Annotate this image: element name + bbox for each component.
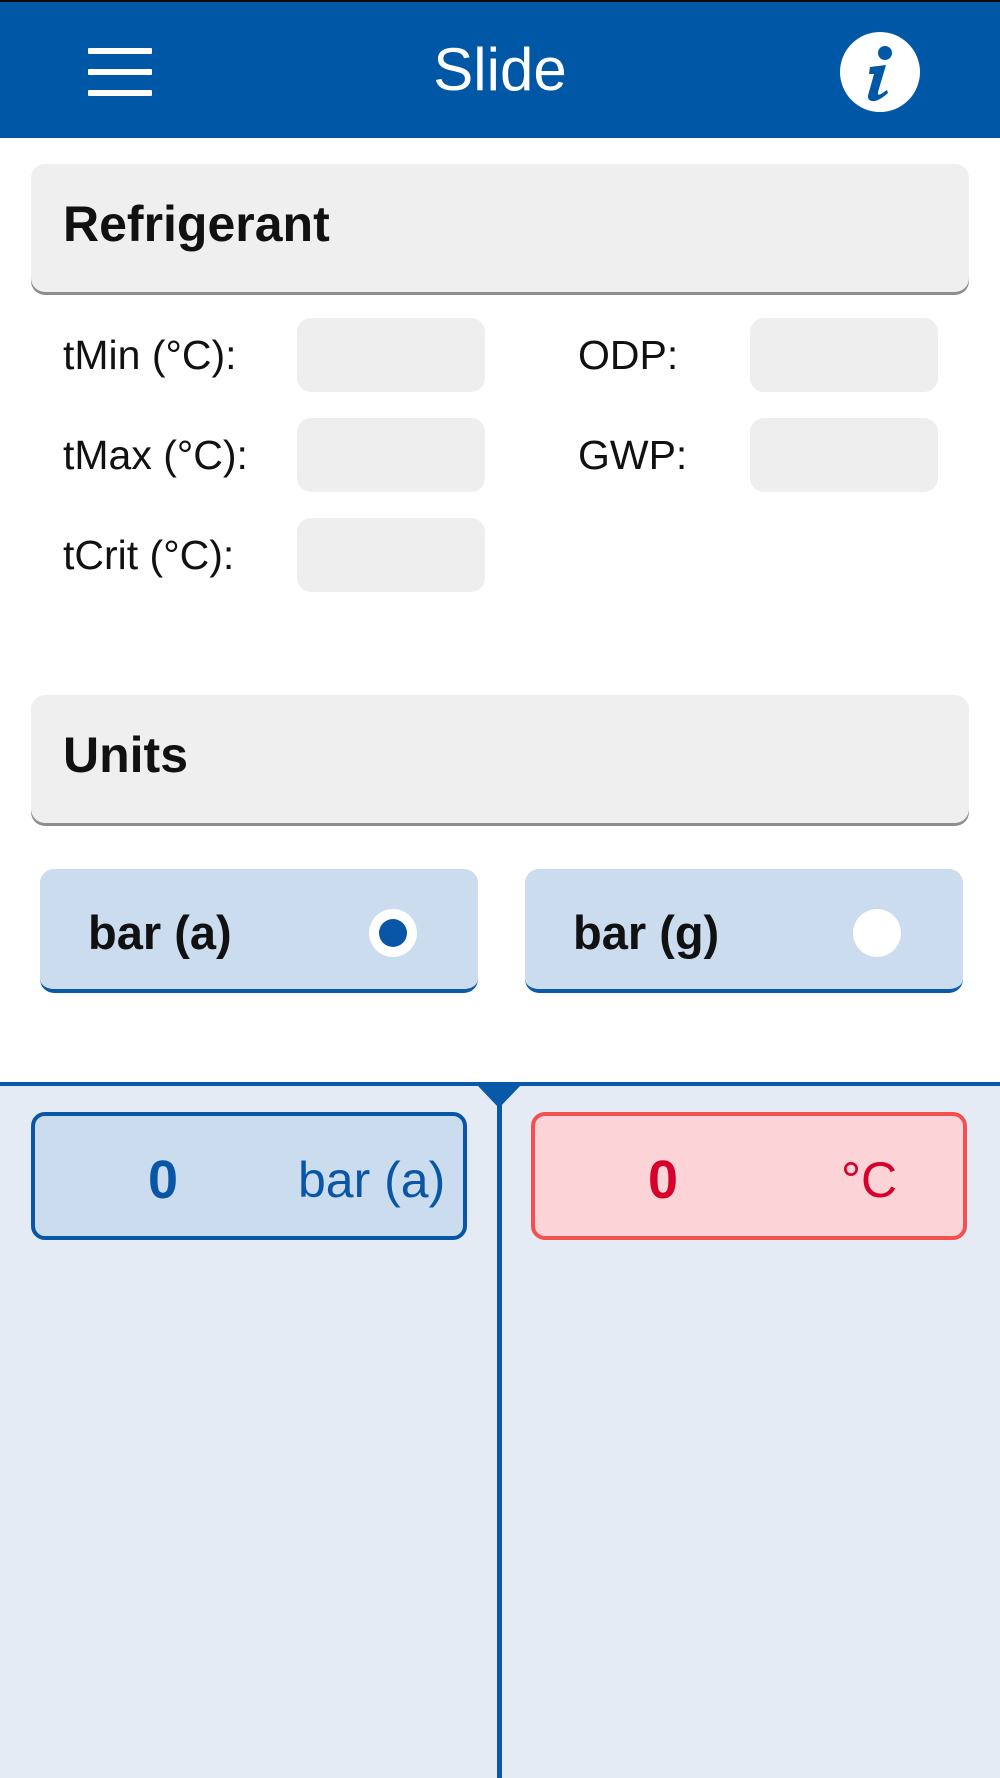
hamburger-menu-icon[interactable] [88,48,152,98]
units-section-title: Units [63,727,188,783]
refrigerant-section-header[interactable]: Refrigerant [31,164,969,292]
radio-selected-icon[interactable] [369,909,417,957]
tmin-label: tMin (°C): [63,332,237,378]
cursor-pointer-icon [478,1086,520,1108]
odp-label: ODP: [578,332,679,378]
tmin-field [297,318,485,392]
tcrit-field [297,518,485,592]
units-section-header[interactable]: Units [31,695,969,823]
tcrit-label: tCrit (°C): [63,532,235,578]
temperature-unit: °C [841,1152,898,1208]
page-title: Slide [433,36,567,103]
app-header: Slide [0,0,1000,138]
temperature-value: 0 [648,1150,679,1210]
pressure-unit: bar (a) [298,1152,446,1208]
odp-field [750,318,938,392]
radio-unselected-icon[interactable] [853,909,901,957]
unit-option-label: bar (a) [88,906,232,959]
gwp-label: GWP: [578,432,688,478]
unit-option-bar-a[interactable]: bar (a) [40,869,478,993]
pressure-value: 0 [148,1150,179,1210]
tmax-label: tMax (°C): [63,432,248,478]
pressure-value-box[interactable]: 0 bar (a) [31,1112,467,1240]
gwp-field [750,418,938,492]
slide-scale-area[interactable]: 0 bar (a) 0 °C [0,1082,1000,1778]
unit-option-label: bar (g) [573,906,720,959]
info-icon[interactable] [840,32,920,112]
temperature-value-box[interactable]: 0 °C [531,1112,967,1240]
tmax-field [297,418,485,492]
refrigerant-section-title: Refrigerant [63,196,330,252]
center-cursor-line [497,1086,502,1778]
unit-option-bar-g[interactable]: bar (g) [525,869,963,993]
